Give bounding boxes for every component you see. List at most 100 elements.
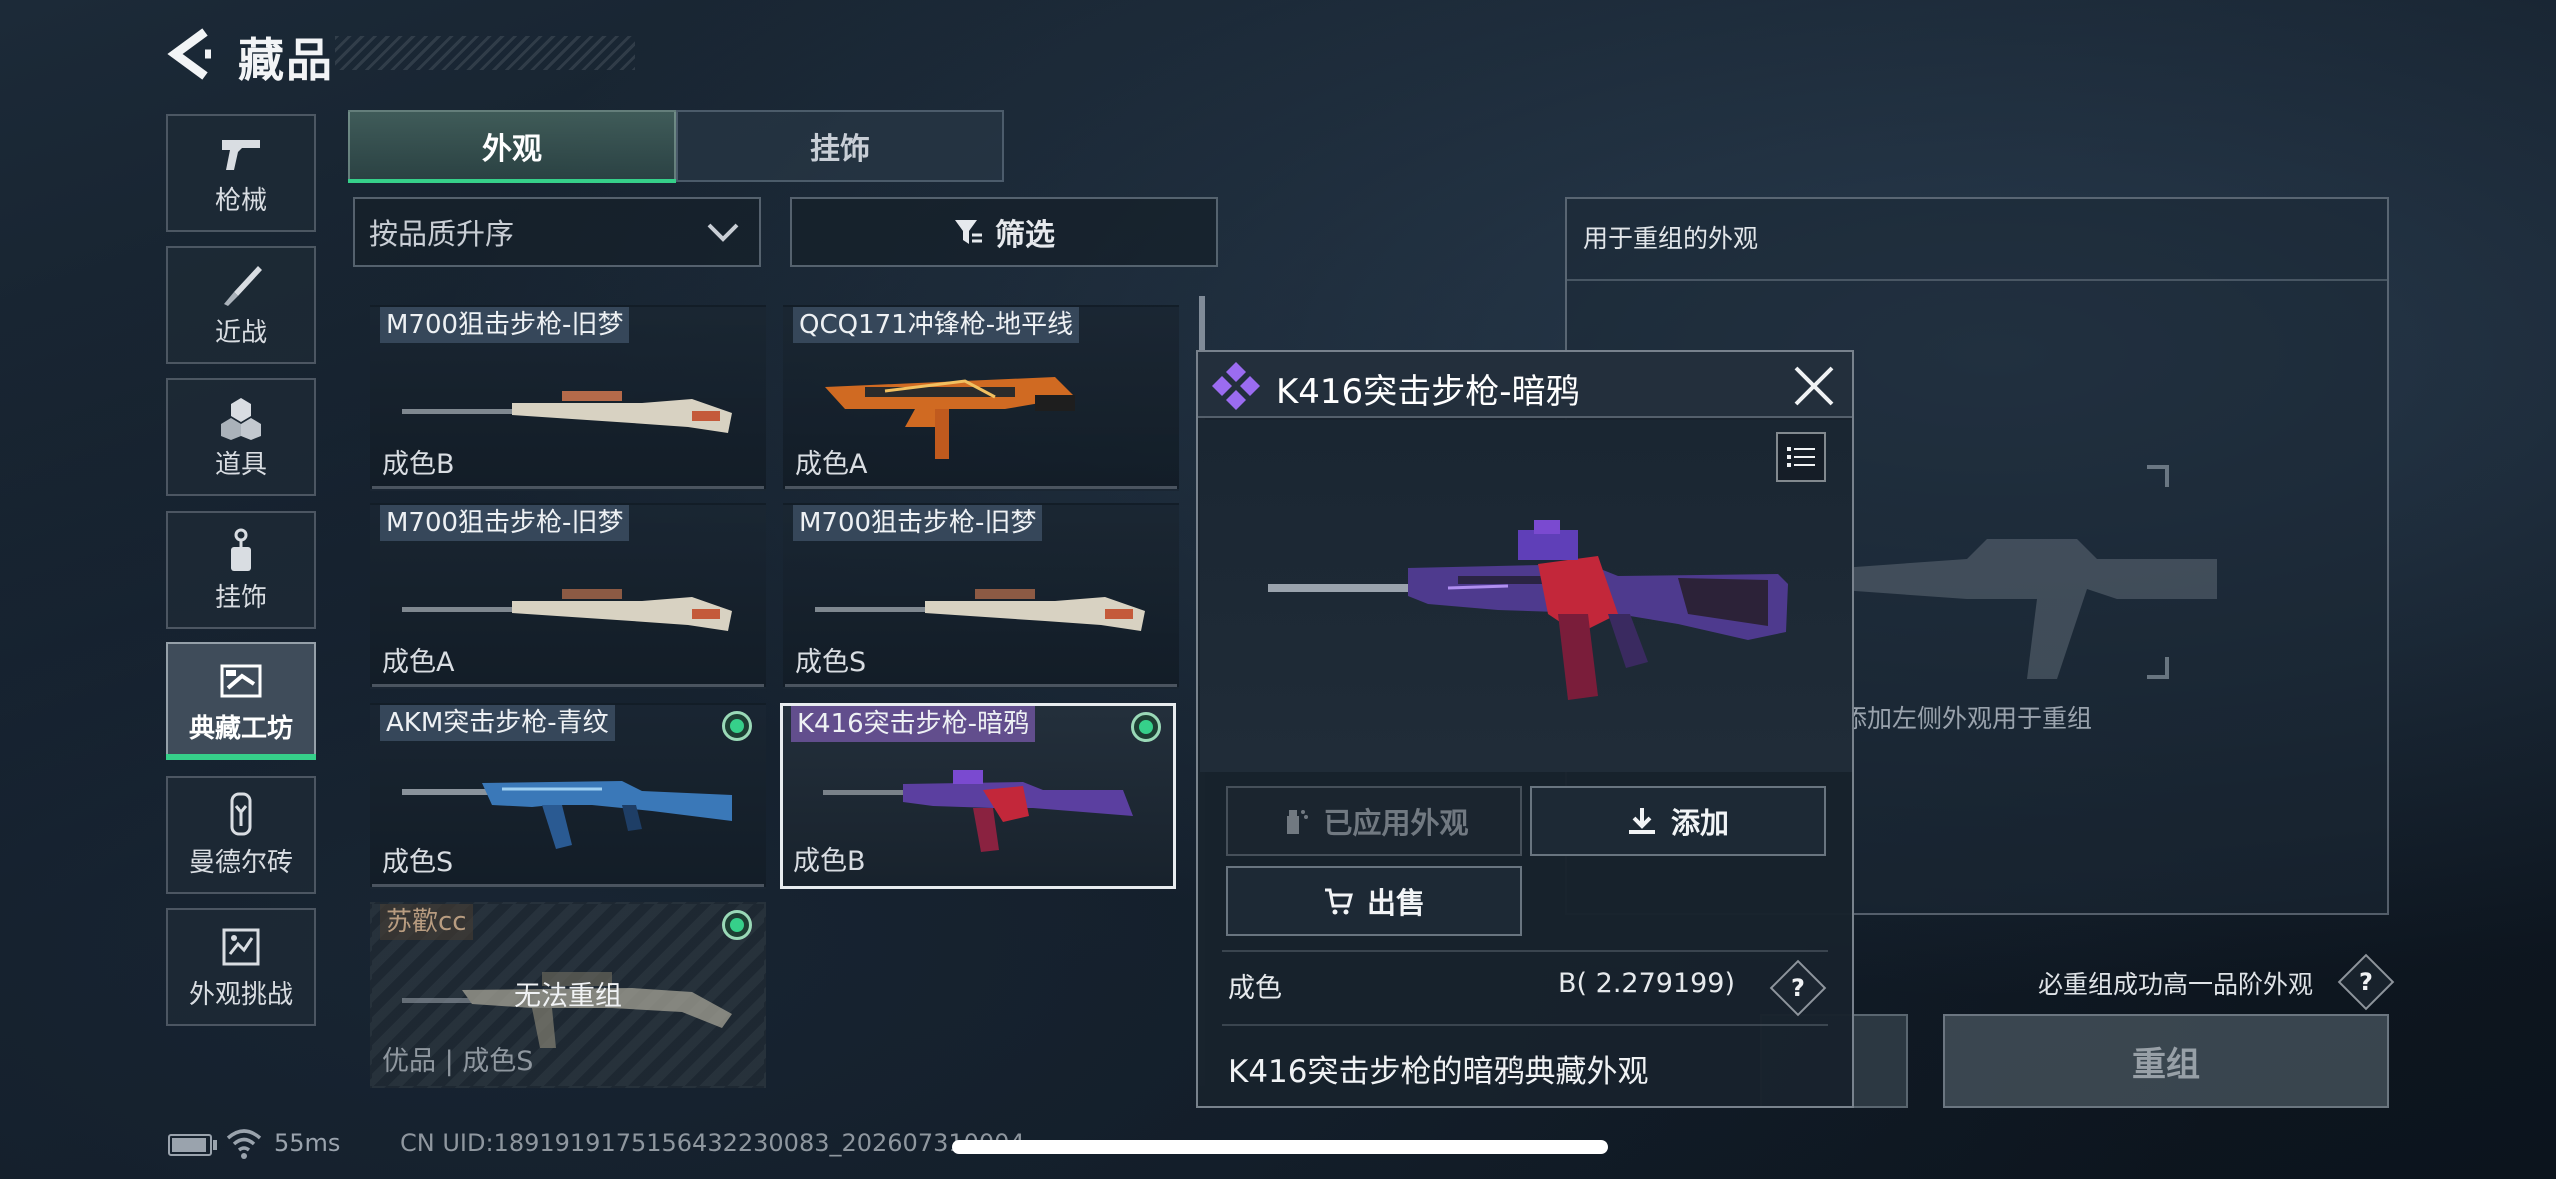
help-icon: ?: [2359, 968, 2373, 996]
card-divider: [372, 684, 764, 687]
cannot-recombine-label: 无法重组: [514, 981, 622, 1012]
skin-card-selected[interactable]: K416突击步枪-暗鸦 成色B: [780, 703, 1176, 889]
sidebar-item-label: 道具: [214, 449, 267, 480]
sidebar-item-charms[interactable]: 挂饰: [166, 511, 316, 629]
grade-label: 成色: [1228, 973, 1282, 1004]
recombine-header-divider: [1567, 279, 2387, 281]
item-grade: 成色A: [795, 449, 868, 480]
sidebar-item-guns[interactable]: 枪械: [166, 114, 316, 232]
popup-divider: [1222, 1024, 1828, 1026]
item-grade: 成色B: [793, 846, 866, 877]
card-divider: [372, 884, 764, 887]
sell-label: 出售: [1366, 886, 1425, 920]
battery-tip: [213, 1140, 217, 1150]
add-button[interactable]: 添加: [1530, 786, 1826, 856]
sort-dropdown[interactable]: 按品质升序: [353, 197, 761, 267]
popup-divider: [1222, 950, 1828, 952]
grade-value: B( 2.279199): [1558, 968, 1736, 999]
chevron-down-icon: [707, 223, 739, 242]
item-name: M700狙击步枪-旧梦: [380, 505, 630, 541]
sidebar-item-skin-challenge[interactable]: 外观挑战: [166, 908, 316, 1026]
download-icon: [1628, 808, 1655, 834]
sidebar-item-label: 枪械: [214, 185, 267, 216]
skin-description: K416突击步枪的暗鸦典藏外观: [1228, 1054, 1649, 1090]
recombine-hint: 添加左侧外观用于重组: [1842, 704, 2093, 733]
recombine-button[interactable]: 重组: [1943, 1014, 2389, 1108]
grade-help-button[interactable]: ?: [1769, 959, 1827, 1017]
ping-readout: 55ms: [274, 1129, 341, 1157]
sell-button[interactable]: 出售: [1226, 866, 1522, 936]
sidebar-item-label: 外观挑战: [188, 979, 293, 1010]
knife-icon: [218, 262, 264, 308]
popup-title: K416突击步枪-暗鸦: [1276, 372, 1580, 412]
sidebar-item-items[interactable]: 道具: [166, 378, 316, 496]
spray-icon: [1287, 810, 1309, 834]
pistol-icon: [218, 130, 264, 176]
equipped-indicator: [722, 910, 752, 940]
workshop-icon: [218, 658, 264, 704]
battery-icon: [168, 1134, 212, 1156]
wifi-icon: [226, 1129, 262, 1159]
item-name: K416突击步枪-暗鸦: [791, 706, 1036, 742]
skin-detail-popup: K416突击步枪-暗鸦 已应用外观 添加 出售 成色 B( 2.279199) …: [1196, 350, 1854, 1108]
item-name: M700狙击步枪-旧梦: [793, 505, 1043, 541]
k416-rifle-image: [1268, 520, 1788, 700]
sidebar-item-workshop[interactable]: 典藏工坊: [166, 642, 316, 760]
frame-corner: [2147, 657, 2169, 679]
recombine-header: 用于重组的外观: [1583, 224, 1759, 253]
item-name: QCQ171冲锋枪-地平线: [793, 307, 1080, 343]
item-name: M700狙击步枪-旧梦: [380, 307, 630, 343]
charm-icon: [218, 527, 264, 573]
skin-card[interactable]: M700狙击步枪-旧梦 成色S: [783, 503, 1179, 689]
skin-card[interactable]: QCQ171冲锋枪-地平线 成色A: [783, 305, 1179, 491]
empty-rifle-silhouette: [1827, 539, 2217, 679]
brick-icon: [218, 792, 264, 838]
details-list-button[interactable]: [1776, 432, 1826, 482]
item-name: AKM突击步枪-青纹: [380, 705, 615, 741]
sidebar-item-mandel-brick[interactable]: 曼德尔砖: [166, 776, 316, 894]
list-icon: [1787, 447, 1815, 467]
applied-skin-button: 已应用外观: [1226, 786, 1522, 856]
help-icon: ?: [1791, 974, 1805, 1002]
recombine-requirement: 必重组成功高一品阶外观: [2038, 970, 2314, 999]
sort-value: 按品质升序: [369, 217, 515, 251]
title-decoration: [335, 36, 635, 70]
skin-card[interactable]: AKM突击步枪-青纹 成色S: [370, 703, 766, 889]
item-grade: 成色S: [795, 647, 867, 678]
filter-icon: [955, 220, 982, 244]
close-icon[interactable]: [1790, 362, 1838, 410]
applied-skin-label: 已应用外观: [1323, 806, 1469, 840]
sidebar-item-label: 典藏工坊: [188, 713, 293, 744]
home-indicator[interactable]: [952, 1140, 1608, 1154]
card-divider: [785, 486, 1177, 489]
sidebar-item-label: 挂饰: [214, 582, 267, 613]
skin-card-locked[interactable]: 苏歡cc 无法重组 优品 | 成色S: [370, 902, 766, 1088]
item-name: 苏歡cc: [380, 904, 473, 940]
filter-label: 筛选: [995, 218, 1055, 253]
sidebar-item-melee[interactable]: 近战: [166, 246, 316, 364]
active-indicator: [166, 754, 316, 760]
tab-appearance[interactable]: 外观: [348, 110, 676, 182]
back-arrow-icon[interactable]: [165, 26, 215, 82]
item-grade: 成色B: [382, 449, 455, 480]
tab-charms[interactable]: 挂饰: [676, 110, 1004, 182]
item-grade: 优品 | 成色S: [382, 1046, 534, 1077]
help-button[interactable]: ?: [2337, 953, 2395, 1011]
card-divider: [785, 684, 1177, 687]
filter-button[interactable]: 筛选: [790, 197, 1218, 267]
cart-icon: [1324, 888, 1353, 915]
tab-active-underline: [348, 179, 676, 183]
item-grade: 成色S: [382, 847, 454, 878]
user-uid: CN UID:1891919175156432230083_2026073100…: [400, 1129, 1025, 1157]
item-grade: 成色A: [382, 647, 455, 678]
skin-card[interactable]: M700狙击步枪-旧梦 成色A: [370, 503, 766, 689]
grenade-icon: [218, 394, 264, 440]
page-title: 藏品: [238, 33, 334, 87]
rarity-diamond-icon: [1212, 362, 1260, 410]
equipped-indicator: [722, 711, 752, 741]
sidebar-item-label: 曼德尔砖: [188, 847, 293, 878]
challenge-icon: [218, 924, 264, 970]
frame-corner: [2147, 465, 2169, 487]
skin-card[interactable]: M700狙击步枪-旧梦 成色B: [370, 305, 766, 491]
add-label: 添加: [1670, 806, 1729, 840]
